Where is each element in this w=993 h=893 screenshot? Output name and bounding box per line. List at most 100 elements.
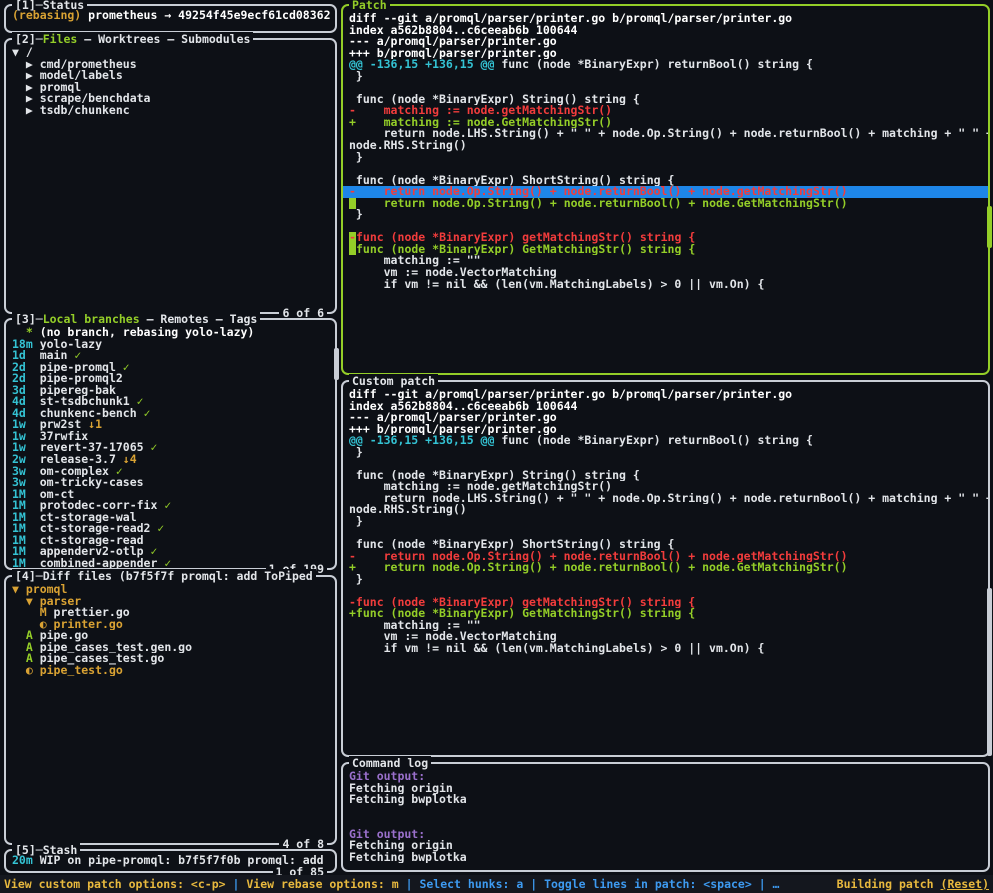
patch-row[interactable]: @@ -136,15 +136,15 @@ func (node *Binary… — [343, 59, 988, 71]
reset-patch-button[interactable]: (Reset) — [941, 877, 989, 891]
files-row[interactable]: ▶ promql — [6, 82, 335, 94]
panel-stash[interactable]: [5]─Stash 20m WIP on pipe-promql: b7f5f7… — [4, 849, 337, 873]
patch-row[interactable]: vm := node.VectorMatching — [343, 267, 988, 279]
patch-row[interactable]: + matching := node.GetMatchingStr() — [343, 117, 988, 129]
branches-row[interactable]: 2d pipe-promql2 — [6, 373, 335, 385]
custom_patch-row[interactable]: if vm != nil && (len(vm.MatchingLabels) … — [343, 643, 988, 655]
patch-row[interactable]: matching := "" — [343, 255, 988, 267]
diff_files-row[interactable]: ◐ pipe_test.go — [6, 665, 335, 677]
branches-row[interactable]: 1w prw2st ↓1 — [6, 419, 335, 431]
branches-row[interactable]: 3w om-tricky-cases — [6, 477, 335, 489]
custom_patch-row[interactable]: matching := "" — [343, 620, 988, 632]
panel-custom-patch[interactable]: Custom patch diff --git a/promql/parser/… — [341, 380, 990, 757]
branches-row[interactable]: 4d chunkenc-bench ✓ — [6, 408, 335, 420]
custom_patch-row[interactable]: node.RHS.String() — [343, 504, 988, 516]
panel-patch[interactable]: Patch diff --git a/promql/parser/printer… — [341, 4, 990, 375]
patch-row[interactable] — [343, 163, 988, 175]
custom_patch-row[interactable]: return node.LHS.String() + " " + node.Op… — [343, 493, 988, 505]
diff_files-row[interactable]: A pipe_cases_test.gen.go — [6, 642, 335, 654]
custom-patch-scrollbar[interactable] — [987, 588, 992, 756]
files-row[interactable]: ▶ scrape/benchdata — [6, 93, 335, 105]
custom_patch-row[interactable]: +func (node *BinaryExpr) GetMatchingStr(… — [343, 608, 988, 620]
custom_patch-row[interactable]: vm := node.VectorMatching — [343, 631, 988, 643]
custom_patch-row[interactable] — [343, 528, 988, 540]
diff_files-row[interactable]: A pipe_cases_test.go — [6, 653, 335, 665]
branches-row[interactable]: 1d main ✓ — [6, 350, 335, 362]
branches-row[interactable]: 1M appenderv2-otlp ✓ — [6, 546, 335, 558]
patch-row[interactable]: if vm != nil && (len(vm.MatchingLabels) … — [343, 279, 988, 291]
panel-status[interactable]: [1]─Status (rebasing) prometheus → 49254… — [4, 4, 337, 33]
branches-row[interactable]: 2d pipe-promql ✓ — [6, 362, 335, 374]
branches-row[interactable]: * (no branch, rebasing yolo-lazy) — [6, 327, 335, 339]
branches-row[interactable]: 18m yolo-lazy — [6, 339, 335, 351]
branches-row[interactable]: 2w release-3.7 ↓4 — [6, 454, 335, 466]
patch-row[interactable]: } — [343, 71, 988, 83]
custom_patch-row[interactable]: matching := node.getMatchingStr() — [343, 481, 988, 493]
custom_patch-row[interactable] — [343, 458, 988, 470]
text-segment: return node.LHS.String() + " " + node.Op… — [349, 128, 988, 140]
custom_patch-row[interactable]: --- a/promql/parser/printer.go — [343, 412, 988, 424]
custom_patch-row[interactable]: } — [343, 516, 988, 528]
patch-row[interactable]: node.RHS.String() — [343, 140, 988, 152]
patch-row[interactable]: index a562b8804..c6ceeab6b 100644 — [343, 25, 988, 37]
panel-diff-files[interactable]: [4]─Diff files (b7f5f7f promql: add ToPi… — [4, 575, 337, 845]
custom_patch-row[interactable]: +++ b/promql/parser/printer.go — [343, 424, 988, 436]
text-segment: ▼ parser — [12, 596, 81, 608]
branches-row[interactable]: 1M om-ct — [6, 489, 335, 501]
custom_patch-row[interactable]: - return node.Op.String() + node.returnB… — [343, 551, 988, 563]
custom_patch-row[interactable]: index a562b8804..c6ceeab6b 100644 — [343, 401, 988, 413]
diff_files-row[interactable]: A pipe.go — [6, 630, 335, 642]
patch-row[interactable] — [343, 221, 988, 233]
custom_patch-row[interactable]: + return node.Op.String() + node.returnB… — [343, 562, 988, 574]
files-row[interactable]: ▼ / — [6, 47, 335, 59]
patch-row[interactable]: diff --git a/promql/parser/printer.go b/… — [343, 13, 988, 25]
branches-scrollbar[interactable] — [334, 348, 339, 380]
patch-row[interactable]: } — [343, 152, 988, 164]
patch-scrollbar[interactable] — [987, 206, 992, 248]
custom_patch-row[interactable]: -func (node *BinaryExpr) getMatchingStr(… — [343, 597, 988, 609]
patch-row[interactable]: func (node *BinaryExpr) String() string … — [343, 94, 988, 106]
patch-row[interactable]: func (node *BinaryExpr) GetMatchingStr()… — [343, 244, 988, 256]
patch-row[interactable]: return node.LHS.String() + " " + node.Op… — [343, 128, 988, 140]
patch-row[interactable]: - matching := node.getMatchingStr() — [343, 105, 988, 117]
text-segment: A — [12, 642, 40, 654]
panel-branches[interactable]: [3]─Local branches — Remotes — Tags * (n… — [4, 318, 337, 570]
custom_patch-row[interactable]: func (node *BinaryExpr) ShortString() st… — [343, 539, 988, 551]
patch-row[interactable]: return node.Op.String() + node.returnBoo… — [343, 198, 988, 210]
branches-row[interactable]: 3d pipereg-bak — [6, 385, 335, 397]
custom_patch-row[interactable]: func (node *BinaryExpr) String() string … — [343, 470, 988, 482]
diff_files-row[interactable]: ◐ printer.go — [6, 619, 335, 631]
patch-row[interactable]: +++ b/promql/parser/printer.go — [343, 48, 988, 60]
patch-row[interactable]: func (node *BinaryExpr) ShortString() st… — [343, 175, 988, 187]
branches-row[interactable]: 1M ct-storage-read2 ✓ — [6, 523, 335, 535]
branches-row[interactable]: 1M ct-storage-read — [6, 535, 335, 547]
branches-row[interactable]: 1M ct-storage-wal — [6, 512, 335, 524]
patch-row[interactable]: --- a/promql/parser/printer.go — [343, 36, 988, 48]
text-segment: func (node *BinaryExpr) returnBool() str… — [494, 59, 813, 71]
custom_patch-row[interactable]: diff --git a/promql/parser/printer.go b/… — [343, 389, 988, 401]
text-segment: pipe-promql — [40, 362, 123, 374]
diff_files-row[interactable]: ▼ promql — [6, 584, 335, 596]
diff_files-row[interactable]: M prettier.go — [6, 607, 335, 619]
status-row[interactable]: (rebasing) prometheus → 49254f45e9ecf61c… — [6, 10, 335, 22]
patch-row[interactable] — [343, 82, 988, 94]
files-row[interactable]: ▶ cmd/prometheus — [6, 59, 335, 71]
panel-command-log[interactable]: Command log Git output:Fetching originFe… — [341, 762, 990, 872]
branches-row[interactable]: 1w 37rwfix — [6, 431, 335, 443]
diff_files-row[interactable]: ▼ parser — [6, 596, 335, 608]
branches-row[interactable]: 1w revert-37-17065 ✓ — [6, 442, 335, 454]
custom_patch-row[interactable]: @@ -136,15 +136,15 @@ func (node *Binary… — [343, 435, 988, 447]
files-row[interactable]: ▶ model/labels — [6, 70, 335, 82]
text-segment: 1d — [12, 350, 40, 362]
branches-row[interactable]: 1M protodec-corr-fix ✓ — [6, 500, 335, 512]
branches-row[interactable]: 4d st-tsdbchunk1 ✓ — [6, 396, 335, 408]
panel-files[interactable]: [2]─Files — Worktrees — Submodules ▼ / ▶… — [4, 38, 337, 314]
custom_patch-row[interactable] — [343, 585, 988, 597]
custom_patch-row[interactable]: } — [343, 574, 988, 586]
files-row[interactable]: ▶ tsdb/chunkenc — [6, 105, 335, 117]
patch-row[interactable]: -func (node *BinaryExpr) getMatchingStr(… — [343, 232, 988, 244]
custom_patch-row[interactable]: } — [343, 447, 988, 459]
patch-row[interactable]: } — [343, 209, 988, 221]
branches-row[interactable]: 3w om-complex ✓ — [6, 466, 335, 478]
patch-row[interactable]: - return node.Op.String() + node.returnB… — [343, 186, 988, 198]
